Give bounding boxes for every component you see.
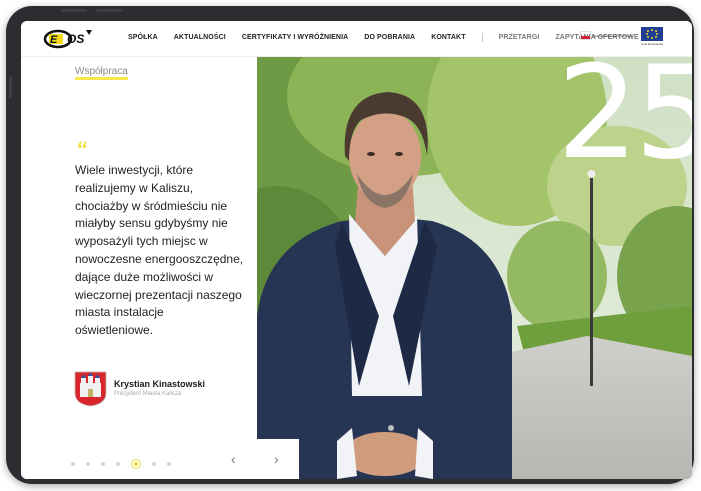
chevron-left-icon[interactable]: ‹ — [231, 452, 236, 466]
testimonial-quote: Wiele inwestycji, które realizujemy w Ka… — [75, 163, 244, 338]
nav-item-spolka[interactable]: SPÓŁKA — [128, 34, 158, 41]
slider-pager — [71, 459, 171, 469]
pager-dot[interactable] — [86, 462, 90, 466]
device-button — [61, 9, 87, 12]
quote-panel: Współpraca “ Wiele inwestycji, które rea… — [21, 56, 257, 479]
bip-flag-icon — [580, 31, 591, 40]
eos-logo[interactable]: E OS — [43, 26, 95, 50]
eu-logo: Unia Europejska — [641, 27, 663, 49]
pager-dot[interactable] — [167, 462, 171, 466]
pager-dot[interactable] — [71, 462, 75, 466]
bip-link[interactable]: Biuletyn Informacji Publicznej — [580, 31, 637, 40]
pager-dot[interactable] — [101, 462, 105, 466]
svg-text:OS: OS — [67, 32, 84, 46]
author-block: Krystian Kinastowski Prezydent Miasta Ka… — [74, 371, 205, 407]
nav-item-aktualnosci[interactable]: AKTUALNOŚCI — [174, 34, 226, 41]
eu-flag-icon — [641, 27, 663, 41]
nav-item-kontakt[interactable]: KONTAKT — [431, 34, 465, 41]
author-text: Krystian Kinastowski Prezydent Miasta Ka… — [114, 379, 205, 399]
nav-item-certyfikaty[interactable]: CERTYFIKATY I WYRÓŻNIENIA — [242, 34, 348, 41]
screen: E OS SPÓŁKA AKTUALNOŚCI CERTYFIKATY I WY… — [21, 21, 692, 479]
hero-photo: 25 — [257, 56, 692, 479]
device-side-button — [9, 76, 12, 98]
chevron-right-icon[interactable]: › — [274, 452, 279, 466]
crest-icon — [74, 371, 107, 407]
bip-label: Biuletyn Informacji Publicznej — [593, 33, 633, 38]
device-button — [96, 9, 122, 12]
main-nav: SPÓŁKA AKTUALNOŚCI CERTYFIKATY I WYRÓŻNI… — [128, 33, 655, 42]
pager-dot[interactable] — [116, 462, 120, 466]
section-link[interactable]: Współpraca — [75, 67, 128, 80]
big-number: 25 — [557, 56, 692, 188]
tablet-frame: E OS SPÓŁKA AKTUALNOŚCI CERTYFIKATY I WY… — [6, 6, 694, 484]
pager-dot-active[interactable] — [131, 459, 141, 469]
nav-item-do-pobrania[interactable]: DO POBRANIA — [364, 34, 415, 41]
quote-mark: “ — [76, 137, 87, 162]
svg-text:E: E — [50, 34, 58, 46]
nav-divider — [481, 33, 483, 42]
nav-item-przetargi[interactable]: PRZETARGI — [499, 34, 540, 41]
author-name: Krystian Kinastowski — [114, 379, 206, 389]
eu-label: Unia Europejska — [641, 42, 664, 46]
author-role: Prezydent Miasta Kalisza — [114, 391, 182, 397]
site-header: E OS SPÓŁKA AKTUALNOŚCI CERTYFIKATY I WY… — [21, 21, 692, 57]
pager-dot[interactable] — [152, 462, 156, 466]
